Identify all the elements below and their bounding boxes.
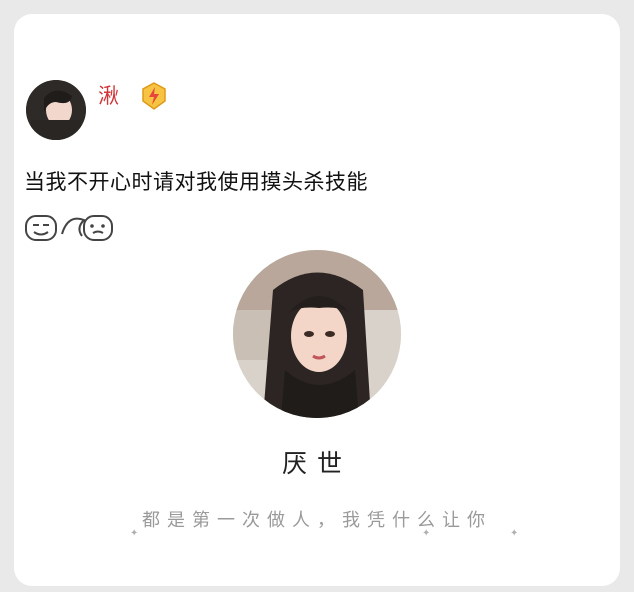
author-name[interactable]: 湫 — [98, 80, 119, 110]
sparkle-icon: ✦ — [510, 528, 519, 539]
profile-photo[interactable] — [233, 250, 401, 418]
post-text: 当我不开心时请对我使用摸头杀技能 — [24, 170, 368, 194]
profile-name: 厌世 — [281, 449, 352, 478]
sparkle-icon: ✦ — [422, 528, 431, 539]
author-avatar[interactable] — [26, 80, 86, 140]
hand-pat-emoji — [24, 210, 116, 244]
sparkle-icon: ✦ — [130, 528, 139, 539]
lightning-badge-icon — [138, 80, 170, 112]
profile-motto: 都是第一次做人，我凭什么让你 — [142, 510, 492, 531]
